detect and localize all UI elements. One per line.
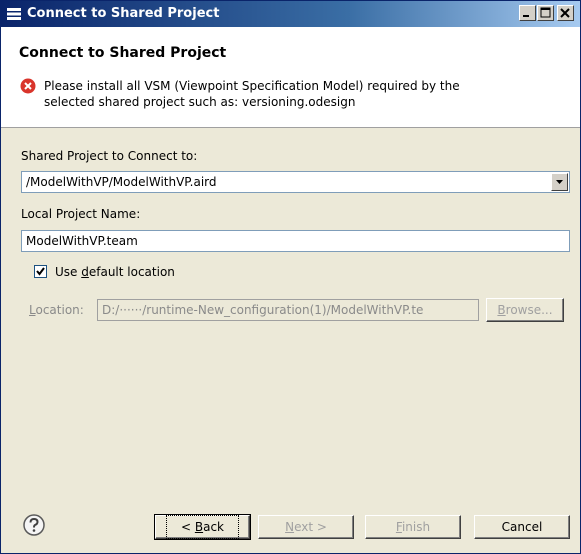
local-project-label: Local Project Name: bbox=[21, 207, 141, 221]
location-label: Location: bbox=[29, 303, 84, 317]
shared-project-combo[interactable]: /ModelWithVP/ModelWithVP.aird bbox=[21, 171, 570, 193]
location-input[interactable]: D:/······/runtime-New_configuration(1)/M… bbox=[97, 299, 479, 321]
maximize-button[interactable] bbox=[537, 5, 554, 21]
error-message-line1: Please install all VSM (Viewpoint Specif… bbox=[44, 79, 460, 93]
error-message-line2: selected shared project such as: version… bbox=[44, 95, 356, 109]
back-button[interactable]: < Back bbox=[154, 514, 251, 540]
browse-button[interactable]: Browse... bbox=[486, 298, 564, 322]
dialog-window: Connect to Shared Project Connect to Sha… bbox=[0, 0, 581, 554]
use-default-location-label[interactable]: Use default location bbox=[55, 265, 175, 279]
close-icon bbox=[560, 8, 570, 18]
close-window-button[interactable] bbox=[557, 5, 574, 21]
window-title: Connect to Shared Project bbox=[27, 6, 220, 21]
chevron-down-icon bbox=[556, 180, 563, 184]
maximize-icon bbox=[540, 7, 551, 18]
help-icon[interactable] bbox=[23, 514, 45, 536]
combo-dropdown-button[interactable] bbox=[551, 173, 568, 191]
shared-project-value: /ModelWithVP/ModelWithVP.aird bbox=[26, 175, 217, 189]
next-button[interactable]: Next > bbox=[258, 515, 354, 539]
cancel-button[interactable]: Cancel bbox=[474, 515, 570, 539]
error-message: Please install all VSM (Viewpoint Specif… bbox=[44, 78, 504, 110]
page-title: Connect to Shared Project bbox=[19, 45, 227, 61]
local-project-name-input[interactable] bbox=[21, 230, 570, 252]
minimize-icon bbox=[523, 15, 529, 17]
checkmark-icon bbox=[36, 267, 45, 276]
error-icon bbox=[20, 78, 36, 94]
app-icon bbox=[7, 8, 21, 20]
use-default-location-checkbox[interactable] bbox=[34, 265, 47, 278]
wizard-header: Connect to Shared Project Please install… bbox=[1, 27, 580, 128]
minimize-button[interactable] bbox=[519, 5, 536, 21]
title-bar[interactable]: Connect to Shared Project bbox=[1, 1, 580, 27]
finish-button[interactable]: Finish bbox=[365, 515, 461, 539]
shared-project-label: Shared Project to Connect to: bbox=[21, 149, 198, 163]
